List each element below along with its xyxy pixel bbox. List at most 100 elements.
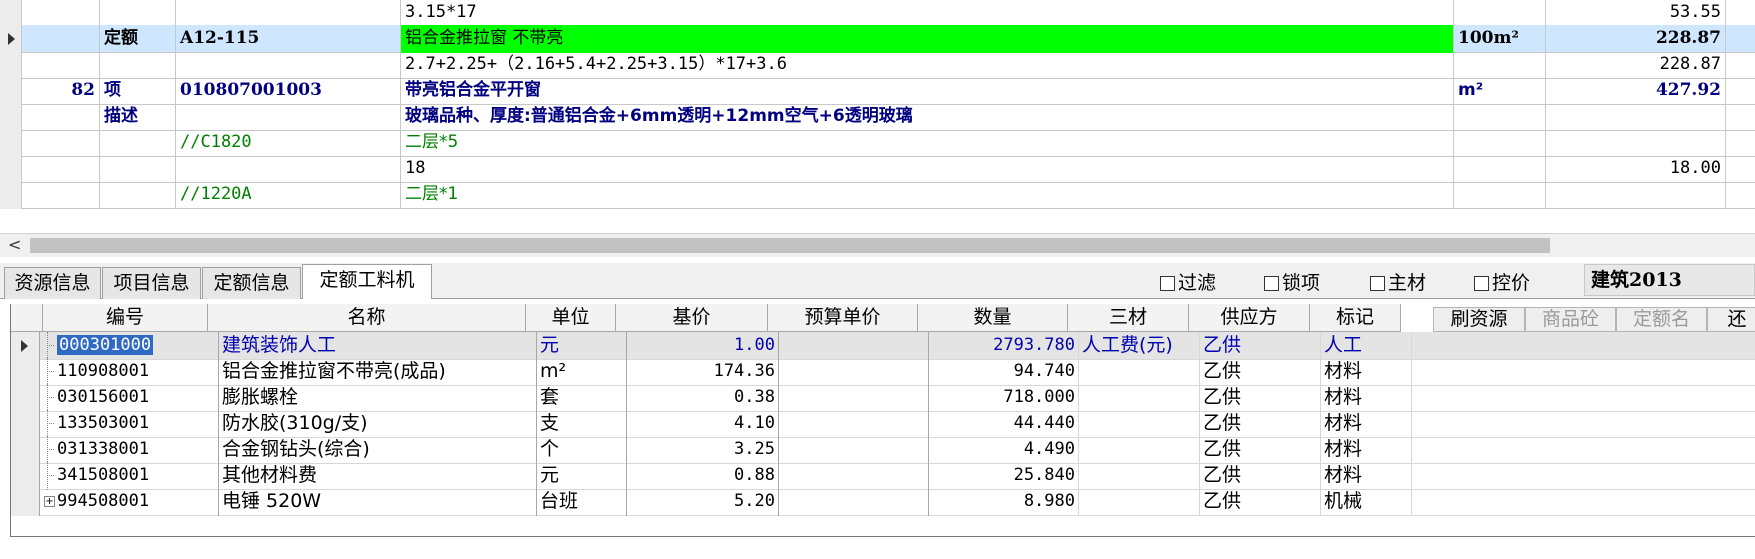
row-expression[interactable]: 二层*1 [401,181,1454,209]
resource-supplier[interactable]: 乙供 [1200,410,1321,438]
row-indicator[interactable] [0,181,22,209]
row-indicator[interactable] [0,51,22,79]
resource-code[interactable]: 000301000 [54,332,219,360]
resource-quantity[interactable]: 94.740 [929,358,1079,386]
resource-name[interactable]: 铝合金推拉窗不带亮(成品) [219,358,537,386]
row-item-name[interactable]: 带亮铝合金平开窗 [401,77,1454,105]
resource-unit[interactable]: 元 [537,462,627,490]
resource-name[interactable]: 其他材料费 [219,462,537,490]
row-indicator[interactable] [11,462,40,490]
tab-quota-info[interactable]: 定额信息 [202,267,301,299]
resource-supplier[interactable]: 乙供 [1200,462,1321,490]
resource-quantity[interactable]: 25.840 [929,462,1079,490]
resource-three-materials[interactable] [1079,436,1200,464]
resource-code[interactable]: 133503001 [54,410,219,438]
resource-base-price[interactable]: 0.88 [627,462,779,490]
resource-quantity[interactable]: 8.980 [929,488,1079,516]
grid-row[interactable]: 描述 玻璃品种、厚度:普通铝合金+6mm透明+12mm空气+6透明玻璃 [0,103,1755,131]
quota-name-button[interactable]: 定额名 [1616,307,1707,332]
resource-unit[interactable]: 支 [537,410,627,438]
resource-supplier[interactable]: 乙供 [1200,358,1321,386]
resource-unit[interactable]: 元 [537,332,627,360]
row-indicator[interactable] [0,103,22,131]
filter-checkbox[interactable]: 过滤 [1160,271,1216,295]
resource-row-selected[interactable]: 000301000 建筑装饰人工 元 1.00 2793.780 人工费(元) … [11,332,1755,360]
resource-code[interactable]: 031338001 [54,436,219,464]
resource-row[interactable]: 031338001 合金钢钻头(综合) 个 3.25 4.490 乙供 材料 [11,436,1755,464]
resource-mark[interactable]: 材料 [1321,384,1412,412]
resource-supplier[interactable]: 乙供 [1200,436,1321,464]
row-indicator[interactable] [0,77,22,105]
resource-base-price[interactable]: 4.10 [627,410,779,438]
resource-name[interactable]: 建筑装饰人工 [219,332,537,360]
row-indicator[interactable] [11,488,40,516]
commercial-concrete-button[interactable]: 商品砼 [1525,307,1616,332]
resource-unit[interactable]: 台班 [537,488,627,516]
col-header-mark[interactable]: 标记 [1310,304,1401,332]
resource-three-materials[interactable] [1079,462,1200,490]
resource-code[interactable]: 341508001 [54,462,219,490]
restore-button[interactable]: 还 [1707,307,1755,332]
resource-quantity[interactable]: 2793.780 [929,332,1079,360]
resource-budget-price[interactable] [779,332,929,360]
resource-unit[interactable]: 个 [537,436,627,464]
resource-base-price[interactable]: 1.00 [627,332,779,360]
row-code[interactable]: A12-115 [176,25,401,53]
col-header-name[interactable]: 名称 [208,304,526,332]
row-indicator[interactable] [11,436,40,464]
resource-row[interactable]: 030156001 膨胀螺栓 套 0.38 718.000 乙供 材料 [11,384,1755,412]
row-indicator[interactable] [0,155,22,183]
resource-code[interactable]: 030156001 [54,384,219,412]
lock-checkbox[interactable]: 锁项 [1264,271,1320,295]
horizontal-scrollbar[interactable]: < [0,233,1755,257]
resource-name[interactable]: 防水胶(310g/支) [219,410,537,438]
col-header-code[interactable]: 编号 [43,304,208,332]
row-indicator[interactable] [11,410,40,438]
resource-row[interactable]: + 994508001 电锤 520W 台班 5.20 8.980 乙供 机械 [11,488,1755,516]
col-header-quantity[interactable]: 数量 [918,304,1068,332]
resource-base-price[interactable]: 5.20 [627,488,779,516]
row-indicator[interactable] [11,332,40,360]
grid-row[interactable]: //1220A 二层*1 [0,181,1755,209]
resource-budget-price[interactable] [779,436,929,464]
grid-row[interactable]: 82 项 010807001003 带亮铝合金平开窗 m² 427.92 [0,77,1755,105]
col-header-three-materials[interactable]: 三材 [1068,304,1189,332]
resource-mark[interactable]: 材料 [1321,358,1412,386]
resource-base-price[interactable]: 0.38 [627,384,779,412]
col-header-base-price[interactable]: 基价 [616,304,768,332]
row-indicator[interactable] [11,358,40,386]
row-expression[interactable]: 18 [401,155,1454,183]
resource-quantity[interactable]: 4.490 [929,436,1079,464]
row-description[interactable]: 玻璃品种、厚度:普通铝合金+6mm透明+12mm空气+6透明玻璃 [401,103,1454,131]
resource-budget-price[interactable] [779,488,929,516]
quota-name-cell[interactable]: 铝合金推拉窗 不带亮 [401,25,1454,53]
tab-project-info[interactable]: 项目信息 [102,267,201,299]
scrollbar-thumb[interactable] [30,238,1550,253]
grid-row[interactable]: //C1820 二层*5 [0,129,1755,157]
row-expression[interactable]: 二层*5 [401,129,1454,157]
col-header-supplier[interactable]: 供应方 [1189,304,1310,332]
grid-row[interactable]: 18 18.00 [0,155,1755,183]
resource-base-price[interactable]: 174.36 [627,358,779,386]
grid-row-selected[interactable]: 定额 A12-115 铝合金推拉窗 不带亮 100m² 228.87 [0,25,1755,53]
resource-name[interactable]: 电锤 520W [219,488,537,516]
resource-unit[interactable]: 套 [537,384,627,412]
price-control-checkbox[interactable]: 控价 [1474,271,1530,295]
resource-supplier[interactable]: 乙供 [1200,488,1321,516]
row-indicator[interactable] [0,0,22,27]
resource-three-materials[interactable] [1079,488,1200,516]
resource-base-price[interactable]: 3.25 [627,436,779,464]
resource-code[interactable]: 994508001 [54,488,219,516]
resource-quantity[interactable]: 44.440 [929,410,1079,438]
resource-supplier[interactable]: 乙供 [1200,332,1321,360]
row-code[interactable]: 010807001003 [176,77,401,105]
row-expression[interactable]: 2.7+2.25+（2.16+5.4+2.25+3.15）*17+3.6 [401,51,1454,79]
resource-row[interactable]: 110908001 铝合金推拉窗不带亮(成品) m² 174.36 94.740… [11,358,1755,386]
resource-budget-price[interactable] [779,384,929,412]
resource-mark[interactable]: 人工 [1321,332,1412,360]
col-header-unit[interactable]: 单位 [526,304,616,332]
resource-supplier[interactable]: 乙供 [1200,384,1321,412]
resource-code[interactable]: 110908001 [54,358,219,386]
col-header-budget-price[interactable]: 预算单价 [768,304,918,332]
resource-mark[interactable]: 材料 [1321,436,1412,464]
